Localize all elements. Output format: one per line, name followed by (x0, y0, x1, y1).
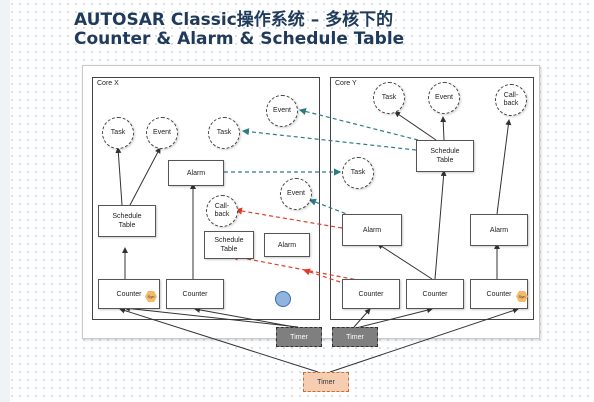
core-y-alarm-2: Alarm (470, 214, 528, 246)
arrow-alarmY2-to-callback (496, 119, 512, 215)
event-top-circle: Event (266, 95, 298, 127)
core-x-alarm-2: Alarm (264, 233, 310, 257)
arrow-countery-to-alarm2 (302, 268, 341, 283)
core-y-counter-1: Counter (342, 279, 400, 309)
core-x-task-circle: Task (102, 117, 134, 149)
arrow-schedule-to-task (115, 147, 123, 206)
arrow-timery-to-counter1 (353, 308, 371, 328)
arrow-schedule-to-event-y (440, 116, 447, 141)
core-y-alarm-1: Alarm (342, 214, 402, 246)
core-y-callback-circle: Call- back (495, 84, 527, 116)
core-x-counter-2: Counter (166, 279, 224, 309)
core-x-alarm: Alarm (168, 160, 224, 186)
arrow-schedule-to-event-top (298, 107, 419, 141)
arrow-schedule-to-taskx (241, 128, 417, 151)
core-x-callback-circle: Call- back (206, 195, 238, 227)
core-y-counter-2: Counter (406, 279, 464, 309)
arrow-schedule-to-event (129, 147, 161, 206)
timer-core-x: Timer (276, 327, 322, 347)
arrow-timerx-to-counter1 (124, 305, 299, 328)
core-x-event-circle: Event (146, 117, 178, 149)
arrow-alarmy-to-callback (234, 207, 343, 229)
arrow-timerx-to-counter2 (194, 306, 301, 329)
core-y-schedule-table: Schedule Table (416, 140, 474, 172)
arrow-counterY2-to-schedule (434, 170, 447, 280)
arrow-counterY2-to-alarm1 (377, 243, 433, 280)
core-x-task2-circle: Task (208, 117, 240, 149)
task-mid-circle: Task (342, 157, 374, 189)
core-y-event-circle: Event (428, 82, 460, 114)
timer-global: Timer (303, 372, 349, 392)
core-x-schedule-table-2: Schedule Table (204, 231, 254, 259)
core-x-schedule-table: Schedule Table (98, 205, 156, 237)
event-mid-circle: Event (280, 178, 312, 210)
core-x-counter-indicator-dot (275, 291, 291, 307)
core-y-task-circle: Task (373, 82, 405, 114)
timer-core-y: Timer (332, 327, 378, 347)
